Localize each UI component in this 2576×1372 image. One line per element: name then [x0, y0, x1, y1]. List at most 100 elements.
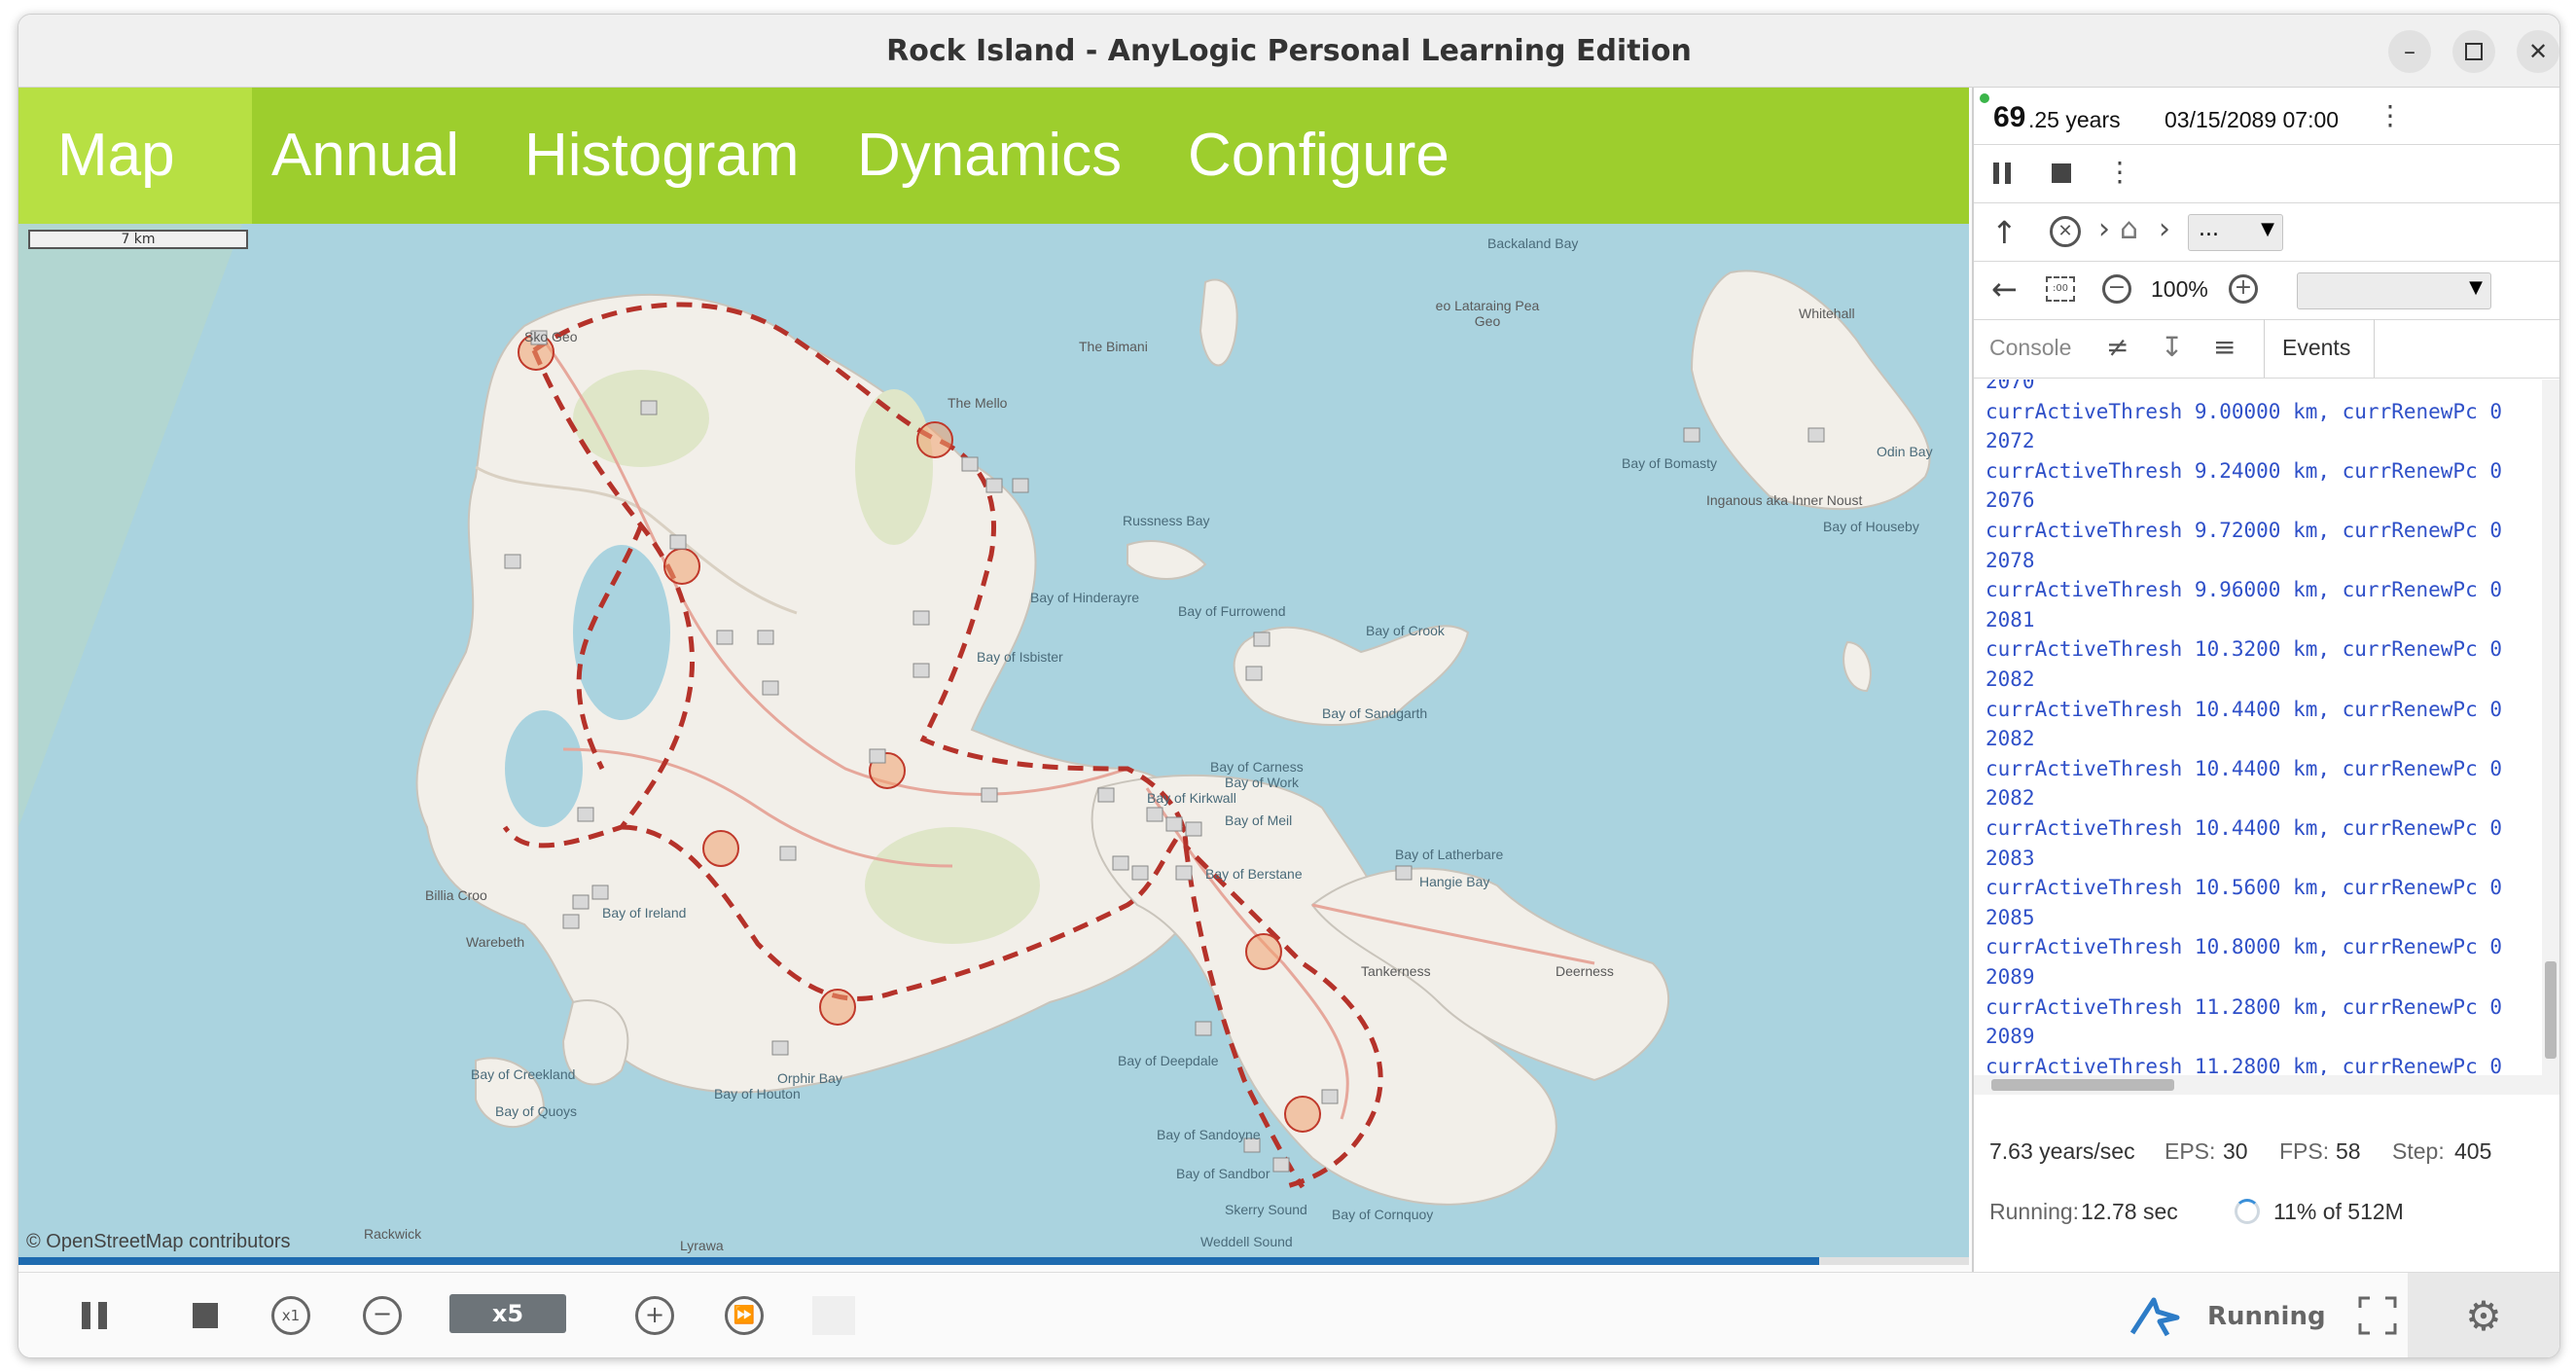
gear-icon: ⚙: [2465, 1291, 2502, 1340]
run-status: Running: [2207, 1302, 2326, 1331]
place-label: Bay of Quoys: [495, 1103, 578, 1119]
run-progress-bar: [18, 1257, 1969, 1265]
console-output[interactable]: 2070 currActiveThresh 9.00000 km, currRen…: [1974, 379, 2559, 1095]
map-scale-bar: 7 km: [28, 230, 248, 249]
console-line: 2085: [1986, 905, 2035, 929]
console-line: currActiveThresh 9.00000 km, currRenewPc…: [1986, 399, 2503, 423]
island-map[interactable]: 7 km Backaland Bay The Bimani The Mello …: [18, 224, 1969, 1257]
place-label: Bay of Ireland: [602, 905, 687, 921]
tab-dynamics[interactable]: Dynamics: [857, 88, 1122, 224]
minimize-icon: –: [2404, 38, 2415, 65]
time-row: 69 .25 years 03/15/2089 07:00 ⋮: [1974, 88, 2559, 145]
real-time-speed-button[interactable]: x1: [266, 1290, 316, 1341]
stats-row: 7.63 years/sec EPS: 30 FPS: 58 Step: 405: [1974, 1119, 2559, 1181]
console-line: 2082: [1986, 668, 2035, 691]
anylogic-logo-button[interactable]: [2126, 1290, 2184, 1341]
place-label: Bay of Deepdale: [1118, 1053, 1219, 1068]
tab-events[interactable]: Events: [2264, 319, 2375, 378]
speed-up-button[interactable]: +: [629, 1290, 680, 1341]
console-line: currActiveThresh 10.4400 km, currRenewPc…: [1986, 816, 2503, 840]
app-window: Rock Island - AnyLogic Personal Learning…: [18, 14, 2560, 1358]
eps-value: 30: [2223, 1138, 2248, 1164]
tab-annual[interactable]: Annual: [252, 88, 459, 224]
tab-map[interactable]: Map: [18, 88, 252, 224]
console-line: 2078: [1986, 548, 2035, 572]
speed-indicator: x5: [449, 1294, 566, 1333]
place-label: Bay of Sandgarth: [1322, 705, 1428, 721]
more-menu-icon[interactable]: ⋮: [2377, 99, 2404, 131]
cancel-circle-icon[interactable]: ✕: [2050, 216, 2081, 247]
clear-console-icon[interactable]: ≠: [2106, 331, 2129, 363]
maximize-icon: [2465, 43, 2483, 60]
tab-histogram[interactable]: Histogram: [524, 88, 800, 224]
speed-up-icon: +: [635, 1296, 674, 1335]
place-label: Bay of Crook: [1366, 623, 1445, 638]
model-date: 03/15/2089 07:00: [2165, 107, 2340, 132]
scroll-lock-icon[interactable]: ↧: [2161, 331, 2183, 363]
place-label: Warebeth: [466, 934, 525, 950]
wrap-lines-icon[interactable]: ≡: [2213, 331, 2236, 363]
place-label: Billia Croo: [425, 887, 487, 903]
place-label: Bay of Cornquoy: [1332, 1207, 1434, 1222]
console-horizontal-scrollbar[interactable]: [1974, 1075, 2542, 1095]
place-label: Bay of Bomasty: [1622, 455, 1718, 471]
close-button[interactable]: ✕: [2517, 30, 2559, 73]
slow-down-icon: −: [363, 1296, 402, 1335]
tab-events-label: Events: [2282, 335, 2351, 360]
agent-select[interactable]: ... ▼: [2188, 214, 2283, 251]
settings-button[interactable]: ⚙: [2408, 1273, 2559, 1357]
console-line: 2082: [1986, 786, 2035, 811]
console-scroll-thumb[interactable]: [2545, 961, 2557, 1059]
zoom-in-icon[interactable]: +: [2229, 274, 2258, 304]
up-arrow-icon[interactable]: ↑: [1991, 214, 2018, 251]
console-line: currActiveThresh 9.24000 km, currRenewPc…: [1986, 458, 2503, 483]
console-line: 2081: [1986, 607, 2035, 632]
console-line: currActiveThresh 9.96000 km, currRenewPc…: [1986, 578, 2503, 602]
pause-icon[interactable]: [1993, 162, 2011, 184]
console-line: currActiveThresh 10.4400 km, currRenewPc…: [1986, 697, 2503, 721]
map-attribution: © OpenStreetMap contributors: [26, 1231, 291, 1252]
console-line: 2089: [1986, 1025, 2035, 1049]
home-icon[interactable]: ⌂: [2120, 212, 2138, 246]
console-vertical-scrollbar[interactable]: [2542, 379, 2559, 1095]
blank-button-icon: [812, 1296, 855, 1335]
run-to-time-button[interactable]: ⏩: [719, 1290, 769, 1341]
slow-down-button[interactable]: −: [357, 1290, 408, 1341]
console-hscroll-thumb[interactable]: [1991, 1079, 2174, 1091]
stop-button[interactable]: [180, 1290, 231, 1341]
place-label: Bay of Isbister: [977, 649, 1063, 665]
back-arrow-icon[interactable]: ←: [1991, 271, 2018, 307]
chevron-right-icon: ›: [2098, 212, 2110, 246]
console-line: currActiveThresh 10.4400 km, currRenewPc…: [1986, 756, 2503, 780]
console-line: currActiveThresh 10.5600 km, currRenewPc…: [1986, 876, 2503, 900]
pause-icon: [82, 1302, 107, 1329]
tab-configure[interactable]: Configure: [1188, 88, 1449, 224]
model-time-years: 69: [1993, 101, 2026, 133]
running-label: Running:: [1989, 1199, 2080, 1224]
place-label: Bay of Latherbare: [1395, 847, 1504, 862]
place-label: Bay of Berstane: [1205, 866, 1303, 882]
fps-value: 58: [2336, 1138, 2361, 1164]
fast-forward-icon: ⏩: [725, 1296, 764, 1335]
zoom-out-icon[interactable]: −: [2102, 274, 2131, 304]
view-area-select[interactable]: ▼: [2297, 272, 2491, 309]
console-line: 2070: [1986, 379, 2035, 393]
chevron-down-icon: ▼: [2261, 219, 2274, 239]
minimize-button[interactable]: –: [2388, 30, 2431, 73]
fullscreen-button[interactable]: [2353, 1290, 2402, 1341]
place-label: Bay of Kirkwall: [1147, 790, 1236, 806]
place-label: Weddell Sound: [1200, 1234, 1293, 1249]
console-line: currActiveThresh 10.8000 km, currRenewPc…: [1986, 935, 2503, 959]
stop-icon[interactable]: [2052, 163, 2071, 183]
console-line: currActiveThresh 9.72000 km, currRenewPc…: [1986, 519, 2503, 542]
console-line: 2072: [1986, 429, 2035, 453]
fit-view-icon[interactable]: :00: [2046, 276, 2075, 302]
pause-button[interactable]: [69, 1290, 120, 1341]
agent-select-value: ...: [2199, 217, 2219, 241]
more-menu-icon[interactable]: ⋮: [2106, 156, 2133, 188]
place-label: Tankerness: [1361, 963, 1431, 979]
tab-console[interactable]: Console: [1989, 335, 2071, 361]
bottom-toolbar: x1 − x5 + ⏩ Running ⚙: [18, 1272, 2559, 1357]
maximize-button[interactable]: [2452, 30, 2495, 73]
place-label: Odin Bay: [1877, 444, 1933, 459]
